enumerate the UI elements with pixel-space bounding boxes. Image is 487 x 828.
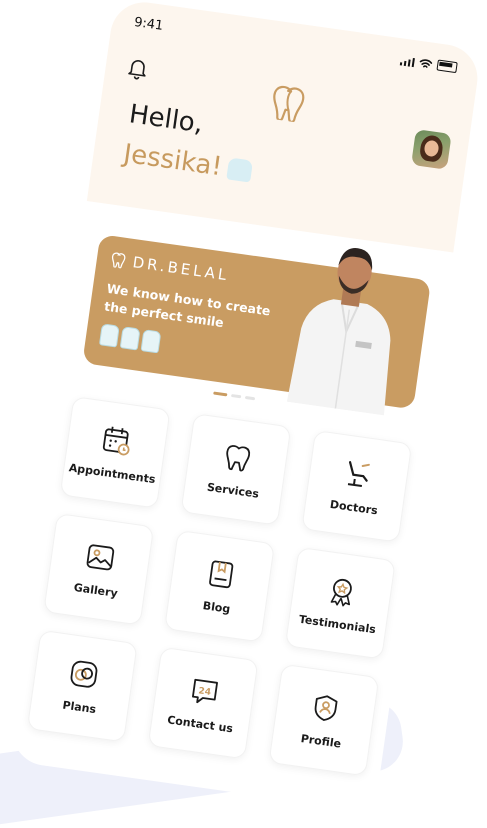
- phone: 9:41 Hello, Jessika! DR.BELAL We know ho…: [8, 0, 482, 813]
- app-screen: 9:41 Hello, Jessika! DR.BELAL We know ho…: [8, 0, 482, 813]
- tooth-character-icon: [119, 326, 141, 351]
- tooth-emoji-icon: [226, 157, 254, 183]
- carousel-dot[interactable]: [244, 395, 256, 401]
- calendar-icon: [102, 426, 130, 455]
- menu-card-gallery[interactable]: Gallery: [43, 512, 155, 626]
- menu-label: Doctors: [329, 497, 379, 517]
- svg-text:24: 24: [198, 686, 212, 698]
- signal-icon: [399, 56, 415, 68]
- banner-teeth-illustration: [98, 323, 162, 354]
- award-icon: [330, 578, 352, 606]
- menu-label: Gallery: [73, 580, 119, 600]
- menu-card-appointments[interactable]: Appointments: [59, 396, 171, 509]
- bookmark-book-icon: [209, 560, 234, 588]
- image-icon: [86, 543, 115, 570]
- linked-circles-icon: [70, 660, 98, 688]
- menu-label: Testimonials: [298, 612, 377, 636]
- menu-grid: Appointments Services Doctors Gallery Bl…: [26, 396, 413, 777]
- carousel-dot-active[interactable]: [213, 391, 228, 397]
- user-avatar[interactable]: [411, 129, 452, 170]
- brand-logo-icon: [111, 252, 126, 269]
- carousel-indicator: [213, 391, 256, 401]
- tooth-character-icon: [98, 323, 120, 348]
- tooth-character-icon: [140, 329, 162, 354]
- carousel-dot[interactable]: [230, 394, 242, 399]
- menu-label: Profile: [300, 731, 342, 751]
- user-shield-icon: [314, 694, 338, 721]
- doctor-photo: [286, 248, 391, 416]
- menu-card-doctors[interactable]: Doctors: [301, 430, 413, 543]
- menu-label: Plans: [61, 698, 97, 716]
- menu-label: Services: [206, 480, 260, 501]
- menu-label: Blog: [202, 598, 232, 616]
- promo-banner[interactable]: DR.BELAL We know how to create the perfe…: [82, 234, 432, 416]
- banner-brand: DR.BELAL: [110, 250, 231, 285]
- menu-card-profile[interactable]: Profile: [268, 663, 380, 777]
- menu-label: Appointments: [68, 460, 157, 486]
- menu-card-blog[interactable]: Blog: [164, 529, 276, 643]
- clinic-logo-icon: [273, 85, 305, 124]
- banner-brand-text: DR.BELAL: [131, 253, 231, 285]
- menu-card-services[interactable]: Services: [180, 413, 292, 526]
- menu-card-plans[interactable]: Plans: [26, 629, 138, 743]
- notification-bell-icon[interactable]: [126, 57, 149, 82]
- wifi-icon: [419, 59, 433, 68]
- 24-hours-chat-icon: 24: [192, 678, 219, 703]
- dental-chair-icon: [347, 460, 370, 487]
- menu-card-testimonials[interactable]: Testimonials: [284, 546, 396, 660]
- menu-label: Contact us: [166, 712, 234, 735]
- tooth-icon: [226, 444, 251, 471]
- menu-card-contact-us[interactable]: 24 Contact us: [147, 646, 259, 760]
